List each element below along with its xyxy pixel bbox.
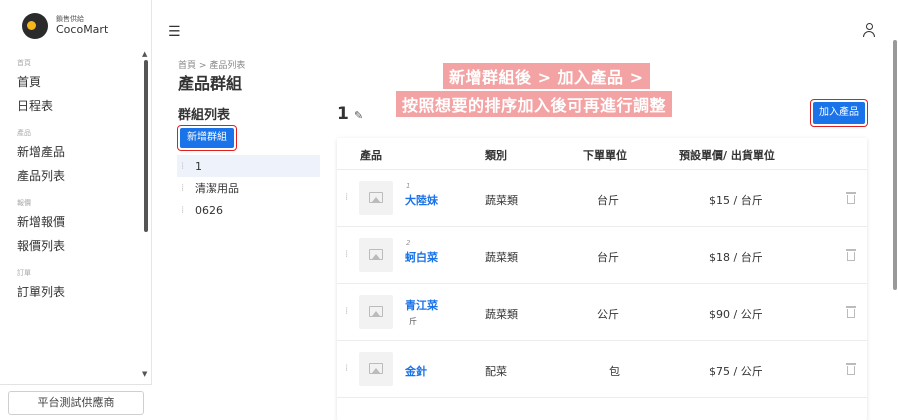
image-icon xyxy=(369,249,383,260)
sidebar-item-schedule[interactable]: 日程表 xyxy=(0,94,145,118)
image-icon xyxy=(369,363,383,374)
group-item[interactable]: ⁞ 0626 xyxy=(177,199,320,221)
row-price: $90 / 公斤 xyxy=(709,308,763,321)
group-item-label: 1 xyxy=(195,159,202,173)
image-icon xyxy=(369,192,383,203)
group-item-label: 0626 xyxy=(195,203,223,217)
page-scrollbar[interactable] xyxy=(893,40,897,290)
column-header-unit: 下單單位 xyxy=(583,149,627,162)
column-header-category: 類別 xyxy=(485,149,507,162)
column-header-product: 產品 xyxy=(360,149,382,162)
row-category: 蔬菜類 xyxy=(485,251,518,264)
product-name-link[interactable]: 金針 xyxy=(405,363,427,379)
sidebar-section-orders: 訂單 xyxy=(17,269,31,277)
group-item[interactable]: ⁞ 1 xyxy=(177,155,320,177)
row-unit: 包 xyxy=(609,365,620,378)
sidebar-item-quote-list[interactable]: 報價列表 xyxy=(0,234,145,258)
sidebar-scroll-up-icon[interactable]: ▲ xyxy=(142,50,147,58)
group-item-label: 清潔用品 xyxy=(195,182,239,195)
brand-name: CocoMart xyxy=(56,22,109,36)
row-price: $18 / 台斤 xyxy=(709,251,763,264)
product-subtitle: 斤 xyxy=(409,317,417,326)
trash-icon[interactable] xyxy=(846,249,856,261)
user-icon[interactable] xyxy=(862,23,876,39)
product-name-link[interactable]: 青江菜 xyxy=(405,297,438,313)
sidebar-item-home[interactable]: 首頁 xyxy=(0,70,145,94)
sidebar-item-product-list[interactable]: 產品列表 xyxy=(0,164,145,188)
product-name-link[interactable]: 大陸妹 xyxy=(405,192,438,208)
row-sequence: 1 xyxy=(406,182,411,190)
table-row[interactable]: ⁞ 青江菜 斤 蔬菜類 公斤 $90 / 公斤 xyxy=(337,284,867,341)
add-group-highlight: 新增群組 xyxy=(177,125,237,151)
drag-handle-icon[interactable]: ⁞ xyxy=(181,205,195,216)
annotation-line-2: 按照想要的排序加入後可再進行調整 xyxy=(396,91,673,117)
sidebar-footer: 平台測試供應商 xyxy=(0,384,152,420)
drag-handle-icon[interactable]: ⁞ xyxy=(181,183,195,194)
sidebar-scrollbar[interactable] xyxy=(144,60,148,232)
row-category: 蔬菜類 xyxy=(485,194,518,207)
row-category: 配菜 xyxy=(485,365,507,378)
row-price: $75 / 公斤 xyxy=(709,365,763,378)
drag-handle-icon[interactable]: ⁞ xyxy=(181,161,195,172)
product-table: 產品 類別 下單單位 預設單價/ 出貨單位 ⁞ 1 大陸妹 蔬菜類 台斤 $15… xyxy=(337,138,867,420)
row-sequence: 2 xyxy=(406,239,411,247)
drag-handle-icon[interactable]: ⁞ xyxy=(345,363,359,374)
drag-handle-icon[interactable]: ⁞ xyxy=(345,192,359,203)
group-item[interactable]: ⁞ 清潔用品 xyxy=(177,177,320,199)
row-unit: 台斤 xyxy=(597,251,619,264)
sidebar-menu: 首頁 首頁 日程表 產品 新增產品 產品列表 報價 新增報價 報價列表 訂單 訂… xyxy=(0,56,145,304)
sidebar-item-order-list[interactable]: 訂單列表 xyxy=(0,280,145,304)
page-title: 產品群組 xyxy=(178,74,243,93)
product-image-placeholder xyxy=(359,295,393,329)
group-name-heading: 1 xyxy=(337,104,349,124)
app-root: 鎖售供給 CocoMart 首頁 首頁 日程表 產品 新增產品 產品列表 報價 … xyxy=(0,0,898,420)
add-product-button[interactable]: 加入產品 xyxy=(813,102,865,124)
group-list-title: 群組列表 xyxy=(178,108,231,123)
edit-pencil-icon[interactable]: ✎ xyxy=(354,109,363,122)
brand-logo[interactable]: 鎖售供給 CocoMart xyxy=(22,12,108,40)
sidebar-item-add-quote[interactable]: 新增報價 xyxy=(0,210,145,234)
sidebar-item-add-product[interactable]: 新增產品 xyxy=(0,140,145,164)
vendor-switch-button[interactable]: 平台測試供應商 xyxy=(8,391,144,415)
table-header: 產品 類別 下單單位 預設單價/ 出貨單位 xyxy=(337,138,867,170)
drag-handle-icon[interactable]: ⁞ xyxy=(345,306,359,317)
table-row[interactable]: ⁞ 1 大陸妹 蔬菜類 台斤 $15 / 台斤 xyxy=(337,170,867,227)
drag-handle-icon[interactable]: ⁞ xyxy=(345,249,359,260)
row-price: $15 / 台斤 xyxy=(709,194,763,207)
annotation-line-1: 新增群組後 > 加入產品 > xyxy=(443,63,650,89)
row-category: 蔬菜類 xyxy=(485,308,518,321)
menu-collapse-icon[interactable]: ☰ xyxy=(168,24,181,40)
table-row[interactable]: ⁞ 2 蚵白菜 蔬菜類 台斤 $18 / 台斤 xyxy=(337,227,867,284)
add-product-highlight: 加入產品 xyxy=(810,99,868,127)
product-image-placeholder xyxy=(359,181,393,215)
row-unit: 公斤 xyxy=(597,308,619,321)
sidebar-scroll-down-icon[interactable]: ▼ xyxy=(142,370,147,378)
product-name-link[interactable]: 蚵白菜 xyxy=(405,249,438,265)
row-unit: 台斤 xyxy=(597,194,619,207)
group-list: ⁞ 1 ⁞ 清潔用品 ⁞ 0626 xyxy=(177,155,320,221)
sidebar-section-products: 產品 xyxy=(17,129,31,137)
trash-icon[interactable] xyxy=(846,363,856,375)
image-icon xyxy=(369,306,383,317)
trash-icon[interactable] xyxy=(846,192,856,204)
cocomart-logo-icon xyxy=(22,13,48,39)
trash-icon[interactable] xyxy=(846,306,856,318)
sidebar-section-quotes: 報價 xyxy=(17,199,31,207)
product-image-placeholder xyxy=(359,352,393,386)
sidebar-section-home: 首頁 xyxy=(17,59,31,67)
add-group-button[interactable]: 新增群組 xyxy=(180,128,234,148)
table-row[interactable]: ⁞ 金針 配菜 包 $75 / 公斤 xyxy=(337,341,867,398)
product-image-placeholder xyxy=(359,238,393,272)
column-header-price: 預設單價/ 出貨單位 xyxy=(679,149,775,162)
sidebar: 鎖售供給 CocoMart 首頁 首頁 日程表 產品 新增產品 產品列表 報價 … xyxy=(0,0,152,420)
